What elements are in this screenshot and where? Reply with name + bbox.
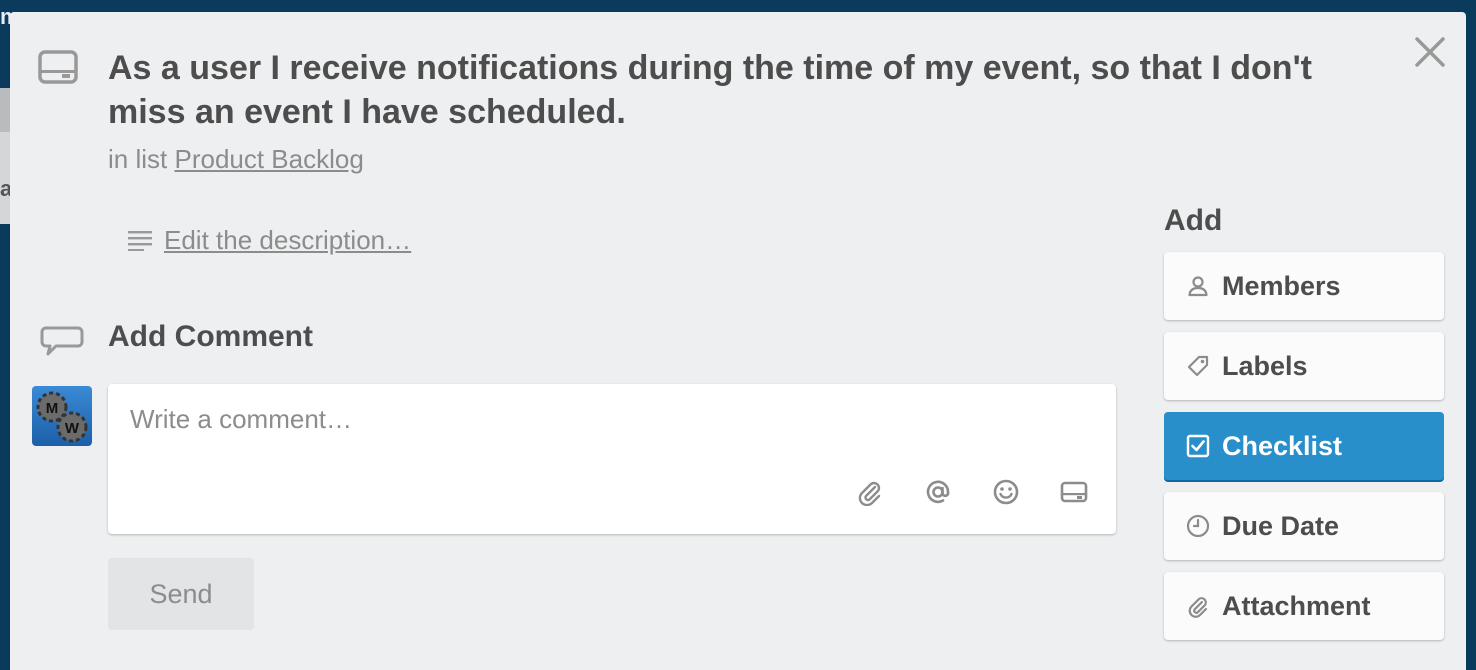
send-button[interactable]: Send — [108, 558, 254, 630]
labels-label: Labels — [1222, 350, 1308, 381]
description-row: Edit the description… — [128, 222, 411, 258]
add-comment-heading: Add Comment — [108, 320, 313, 353]
attachment-icon[interactable] — [856, 478, 884, 507]
checklist-label: Checklist — [1222, 430, 1343, 461]
mention-icon[interactable] — [924, 478, 952, 506]
tag-icon — [1186, 354, 1210, 378]
avatar-initial: W — [65, 420, 80, 437]
members-button[interactable]: Members — [1164, 252, 1444, 320]
comment-box — [108, 384, 1116, 534]
list-info: in list Product Backlog — [108, 144, 364, 175]
edit-description-link[interactable]: Edit the description… — [164, 225, 411, 256]
list-prefix: in list — [108, 144, 168, 174]
emoji-icon[interactable] — [992, 478, 1020, 506]
card-icon — [38, 50, 78, 84]
comment-input[interactable] — [108, 384, 1116, 484]
checklist-button[interactable]: Checklist — [1164, 412, 1444, 480]
avatar[interactable]: M W — [32, 386, 92, 446]
members-label: Members — [1222, 270, 1341, 301]
due-date-button[interactable]: Due Date — [1164, 492, 1444, 560]
list-link[interactable]: Product Backlog — [174, 144, 363, 174]
attachment-button[interactable]: Attachment — [1164, 572, 1444, 640]
clock-icon — [1186, 514, 1210, 538]
avatar-initial: M — [46, 400, 59, 417]
labels-button[interactable]: Labels — [1164, 332, 1444, 400]
checkbox-icon — [1186, 434, 1210, 458]
close-icon[interactable] — [1412, 34, 1448, 70]
card-link-icon[interactable] — [1060, 478, 1088, 506]
backdrop-strip — [0, 88, 10, 132]
card-detail-window: As a user I receive notifications during… — [10, 12, 1466, 670]
add-heading: Add — [1164, 204, 1223, 237]
person-icon — [1186, 274, 1210, 298]
paperclip-icon — [1186, 594, 1210, 618]
attachment-label: Attachment — [1222, 590, 1371, 621]
comment-icon — [40, 324, 84, 358]
due-date-label: Due Date — [1222, 510, 1340, 541]
description-icon — [128, 229, 152, 251]
card-title[interactable]: As a user I receive notifications during… — [108, 46, 1358, 134]
